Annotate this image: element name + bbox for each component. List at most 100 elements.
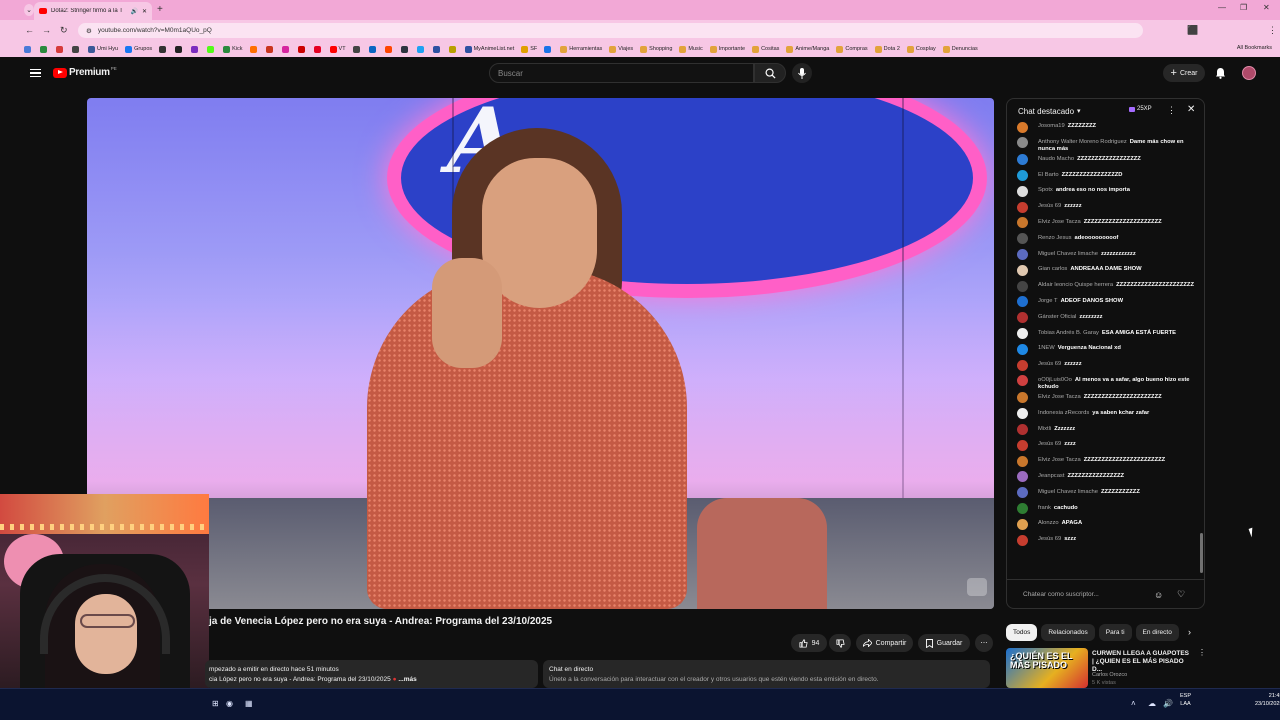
bookmark-item[interactable]: [207, 45, 216, 53]
chat-scrollbar[interactable]: [1200, 129, 1203, 577]
bookmark-item[interactable]: [24, 45, 33, 53]
channel-watermark-icon[interactable]: [967, 578, 987, 596]
emoji-icon[interactable]: ☺: [1154, 590, 1163, 600]
bookmark-item[interactable]: [544, 45, 553, 53]
bookmark-item[interactable]: [352, 45, 362, 53]
bookmark-item[interactable]: [416, 45, 426, 53]
bookmark-item[interactable]: [249, 45, 259, 53]
chat-author-name[interactable]: Indonesia zRecords: [1038, 410, 1089, 416]
chat-avatar[interactable]: [1017, 170, 1028, 182]
chat-author-name[interactable]: Jesús 69: [1038, 536, 1061, 542]
chat-author-name[interactable]: frank: [1038, 505, 1051, 511]
chat-avatar[interactable]: [1017, 264, 1028, 276]
chat-avatar[interactable]: [1017, 137, 1028, 149]
chevron-down-icon[interactable]: ▾: [1077, 107, 1081, 115]
bookmark-item[interactable]: [448, 45, 458, 53]
chat-author-name[interactable]: Jesús 69: [1038, 203, 1061, 209]
bookmark-item[interactable]: [56, 45, 65, 53]
bookmark-item[interactable]: [313, 45, 323, 53]
chat-avatar[interactable]: [1017, 201, 1028, 213]
chat-author-name[interactable]: Jorge T: [1038, 298, 1058, 304]
bookmark-item[interactable]: Dota 2: [874, 45, 900, 53]
recommended-thumbnail[interactable]: ¿QUIÉN ES EL MÁS PISADO: [1006, 648, 1088, 688]
chat-author-name[interactable]: Elviz Jose Tacza: [1038, 219, 1081, 225]
bookmark-item[interactable]: Importante: [709, 45, 745, 53]
close-chat-icon[interactable]: ✕: [1187, 104, 1195, 115]
account-avatar[interactable]: [1242, 66, 1256, 80]
description-more-link[interactable]: ...más: [398, 676, 416, 683]
bookmark-item[interactable]: [175, 45, 184, 53]
bookmark-item[interactable]: [297, 45, 307, 53]
chat-avatar[interactable]: [1017, 518, 1028, 530]
filter-chip[interactable]: Todos: [1006, 624, 1038, 641]
chat-avatar[interactable]: [1017, 534, 1028, 546]
recommended-channel[interactable]: Carlos Orozco: [1092, 672, 1127, 678]
chat-author-name[interactable]: Miguel Chavez limache: [1038, 489, 1098, 495]
chat-avatar[interactable]: [1017, 503, 1028, 515]
chat-avatar[interactable]: [1017, 343, 1028, 355]
language-indicator[interactable]: ESP LAA: [1180, 692, 1191, 708]
all-bookmarks[interactable]: All Bookmarks: [1237, 45, 1272, 51]
bookmark-item[interactable]: SF: [521, 45, 537, 53]
chrome-menu-icon[interactable]: ⋮: [1268, 25, 1277, 36]
chat-author-name[interactable]: Tobias Andrés B. Garay: [1038, 330, 1099, 336]
bookmark-item[interactable]: Umi Hyu: [88, 45, 118, 53]
menu-icon[interactable]: [30, 69, 41, 77]
bookmark-item[interactable]: [265, 45, 275, 53]
chat-avatar[interactable]: [1017, 296, 1028, 308]
save-button[interactable]: Guardar: [918, 634, 970, 652]
video-description[interactable]: mpezado a emitir en directo hace 51 minu…: [205, 660, 538, 688]
filter-chip[interactable]: Relacionados: [1041, 624, 1095, 641]
back-icon[interactable]: ←: [25, 25, 34, 35]
bookmark-item[interactable]: Anime/Manga: [786, 45, 829, 53]
chat-avatar[interactable]: [1017, 249, 1028, 261]
reload-icon[interactable]: ↻: [60, 25, 68, 36]
chat-avatar[interactable]: [1017, 185, 1028, 197]
bookmark-item[interactable]: Kick: [223, 45, 243, 53]
extensions-icon[interactable]: ⬛: [1187, 25, 1198, 36]
chat-author-name[interactable]: Elviz Jose Tacza: [1038, 394, 1081, 400]
tray-chevron-icon[interactable]: ˄: [1131, 699, 1136, 708]
chat-author-name[interactable]: oO0jLuis0Oo: [1038, 377, 1072, 383]
bookmark-item[interactable]: Denuncias: [942, 45, 978, 53]
recommended-menu-icon[interactable]: ⋮: [1198, 648, 1206, 657]
chips-next-icon[interactable]: ›: [1188, 627, 1191, 637]
bookmark-item[interactable]: [400, 45, 410, 53]
bookmark-item[interactable]: [432, 45, 442, 53]
chat-avatar[interactable]: [1017, 328, 1028, 340]
chat-author-name[interactable]: Renzo Jesus: [1038, 235, 1072, 241]
chat-author-name[interactable]: Jesús 69: [1038, 361, 1061, 367]
maximize-button[interactable]: ❐: [1240, 3, 1247, 12]
bookmark-item[interactable]: [191, 45, 200, 53]
chat-avatar[interactable]: [1017, 392, 1028, 404]
chat-avatar[interactable]: [1017, 280, 1028, 292]
chat-avatar[interactable]: [1017, 408, 1028, 420]
chat-input[interactable]: Chatear como suscriptor...: [1023, 591, 1099, 598]
bookmark-item[interactable]: Shopping: [640, 45, 672, 53]
chat-author-name[interactable]: Jesús 69: [1038, 441, 1061, 447]
chat-author-name[interactable]: Anthony Walter Moreno Rodriguez: [1038, 139, 1127, 145]
share-button[interactable]: Compartir: [856, 634, 913, 652]
xp-badge[interactable]: 25XP: [1129, 106, 1152, 112]
tab-close-icon[interactable]: ✕: [142, 8, 147, 15]
photos-taskbar-icon[interactable]: ▦: [245, 699, 253, 708]
chat-avatar[interactable]: [1017, 375, 1028, 387]
chat-author-name[interactable]: Gánster Oficial: [1038, 314, 1076, 320]
tab-search-button[interactable]: ⌄: [24, 4, 34, 16]
chat-author-name[interactable]: Naudo Macho: [1038, 156, 1074, 162]
bookmark-item[interactable]: Grupos: [125, 45, 152, 53]
bookmark-item[interactable]: Compras: [836, 45, 868, 53]
notifications-button[interactable]: [1215, 67, 1226, 79]
url-bar[interactable]: ⚙ youtube.com/watch?v=M0m1aQUo_pQ: [78, 23, 1143, 38]
bookmark-item[interactable]: Herramientas: [560, 45, 602, 53]
chat-author-name[interactable]: Miguel Chavez limache: [1038, 251, 1098, 257]
system-clock[interactable]: 21:45 23/10/2025: [1255, 692, 1280, 708]
chat-author-name[interactable]: Gian carlos: [1038, 266, 1067, 272]
chat-author-name[interactable]: 1NEW: [1038, 345, 1055, 351]
bookmark-item[interactable]: [40, 45, 49, 53]
voice-search-button[interactable]: [792, 63, 812, 83]
bookmark-item[interactable]: Music: [679, 45, 703, 53]
browser-tab[interactable]: Dota2: Stringer firmó a la T 🔊 ✕: [34, 2, 152, 20]
chat-avatar[interactable]: [1017, 359, 1028, 371]
like-button[interactable]: 94: [791, 634, 827, 652]
